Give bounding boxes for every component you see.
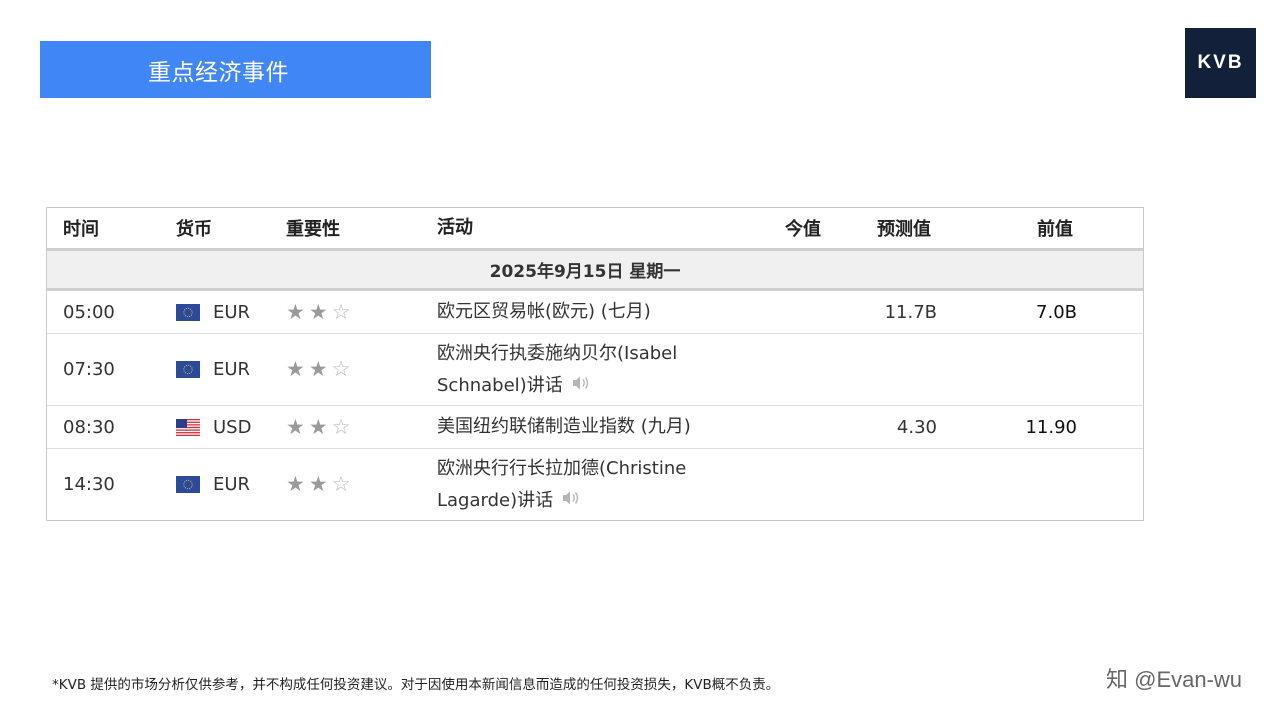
event-time: 07:30 — [63, 359, 115, 380]
eu-flag-icon — [176, 476, 200, 493]
header-time: 时间 — [63, 219, 99, 240]
event-list: 05:00 EUR ★ ★ ☆ 欧元区贸易帐(欧元) (七月) 11.7B 7.0B 07:30… — [47, 291, 1143, 520]
event-row: 07:30 EUR ★ ★ ☆ 欧洲央行执委施纳贝尔(Isabel Schnabel)讲话 — [47, 334, 1143, 406]
importance-stars: ★ ★ ☆ — [286, 359, 354, 380]
currency-code: USD — [213, 416, 252, 438]
activity-line-1: 欧洲央行行长拉加德(Christine — [437, 457, 687, 479]
event-row: 08:30 USD ★ ★ ☆ 美国纽约联储制造业指数 (九月) 4.30 11.90 — [47, 406, 1143, 449]
star-filled-icon: ★ — [286, 299, 305, 324]
section-title-banner: 重点经济事件 — [40, 41, 431, 98]
star-filled-icon: ★ — [308, 472, 328, 496]
star-empty-icon: ☆ — [331, 357, 351, 381]
star-empty-icon: ☆ — [331, 299, 351, 324]
header-actual: 今值 — [785, 219, 821, 240]
event-currency: EUR — [176, 302, 250, 323]
eu-flag-icon — [176, 361, 200, 378]
table-header-row: 时间 货币 重要性 活动 今值 预测值 前值 — [47, 208, 1143, 251]
kvb-logo: KVB — [1185, 28, 1256, 98]
star-filled-icon: ★ — [286, 357, 305, 381]
event-time: 08:30 — [63, 416, 115, 438]
event-activity: 欧洲央行行长拉加德(Christine Lagarde)讲话 — [437, 453, 737, 517]
importance-stars: ★ ★ ☆ — [286, 414, 354, 439]
event-previous: 7.0B — [1036, 301, 1077, 323]
star-empty-icon: ☆ — [331, 414, 351, 439]
importance-stars: ★ ★ ☆ — [286, 474, 354, 495]
watermark-text: 知 @Evan-wu — [1106, 667, 1243, 692]
event-forecast: 4.30 — [896, 416, 937, 438]
event-currency: EUR — [176, 359, 250, 380]
star-filled-icon: ★ — [308, 357, 328, 381]
activity-line-1: 美国纽约联储制造业指数 (九月) — [437, 416, 691, 437]
event-currency: USD — [176, 417, 251, 438]
activity-line-2: Schnabel)讲话 — [437, 374, 563, 396]
event-activity: 美国纽约联储制造业指数 (九月) — [437, 411, 737, 443]
header-currency: 货币 — [176, 219, 212, 240]
importance-stars: ★ ★ ☆ — [286, 299, 354, 324]
event-activity: 欧元区贸易帐(欧元) (七月) — [437, 296, 737, 328]
section-title: 重点经济事件 — [148, 59, 289, 86]
header-importance: 重要性 — [286, 219, 340, 240]
activity-line-1: 欧元区贸易帐(欧元) (七月) — [437, 301, 651, 322]
event-row: 14:30 EUR ★ ★ ☆ 欧洲央行行长拉加德(Christine Lagarde)讲话 — [47, 449, 1143, 520]
star-filled-icon: ★ — [308, 414, 328, 439]
star-filled-icon: ★ — [308, 299, 328, 324]
event-previous: 11.90 — [1025, 416, 1077, 438]
star-filled-icon: ★ — [286, 414, 305, 439]
event-currency: EUR — [176, 474, 250, 495]
date-label: 2025年9月15日 星期一 — [489, 262, 681, 282]
header-previous: 前值 — [1037, 219, 1073, 240]
currency-code: EUR — [213, 474, 251, 495]
speaker-icon — [571, 370, 591, 402]
star-filled-icon: ★ — [286, 472, 305, 496]
disclaimer-text: *KVB 提供的市场分析仅供参考，并不构成任何投资建议。对于因使用本新闻信息而造… — [52, 677, 780, 693]
event-time: 14:30 — [63, 474, 115, 495]
economic-calendar-table: 时间 货币 重要性 活动 今值 预测值 前值 2025年9月15日 星期一 05… — [46, 207, 1144, 521]
us-flag-icon — [176, 418, 200, 436]
speaker-icon — [561, 485, 581, 517]
logo-text: KVB — [1197, 52, 1244, 73]
event-forecast: 11.7B — [884, 301, 937, 323]
header-forecast: 预测值 — [877, 219, 931, 240]
event-row: 05:00 EUR ★ ★ ☆ 欧元区贸易帐(欧元) (七月) 11.7B 7.0B — [47, 291, 1143, 334]
eu-flag-icon — [176, 303, 200, 321]
event-activity: 欧洲央行执委施纳贝尔(Isabel Schnabel)讲话 — [437, 338, 737, 402]
star-empty-icon: ☆ — [331, 472, 351, 496]
currency-code: EUR — [213, 301, 251, 323]
date-group-row: 2025年9月15日 星期一 — [47, 251, 1143, 291]
event-time: 05:00 — [63, 301, 115, 323]
currency-code: EUR — [213, 359, 251, 380]
activity-line-2: Lagarde)讲话 — [437, 489, 554, 511]
activity-line-1: 欧洲央行执委施纳贝尔(Isabel — [437, 342, 678, 364]
header-activity: 活动 — [437, 217, 473, 238]
